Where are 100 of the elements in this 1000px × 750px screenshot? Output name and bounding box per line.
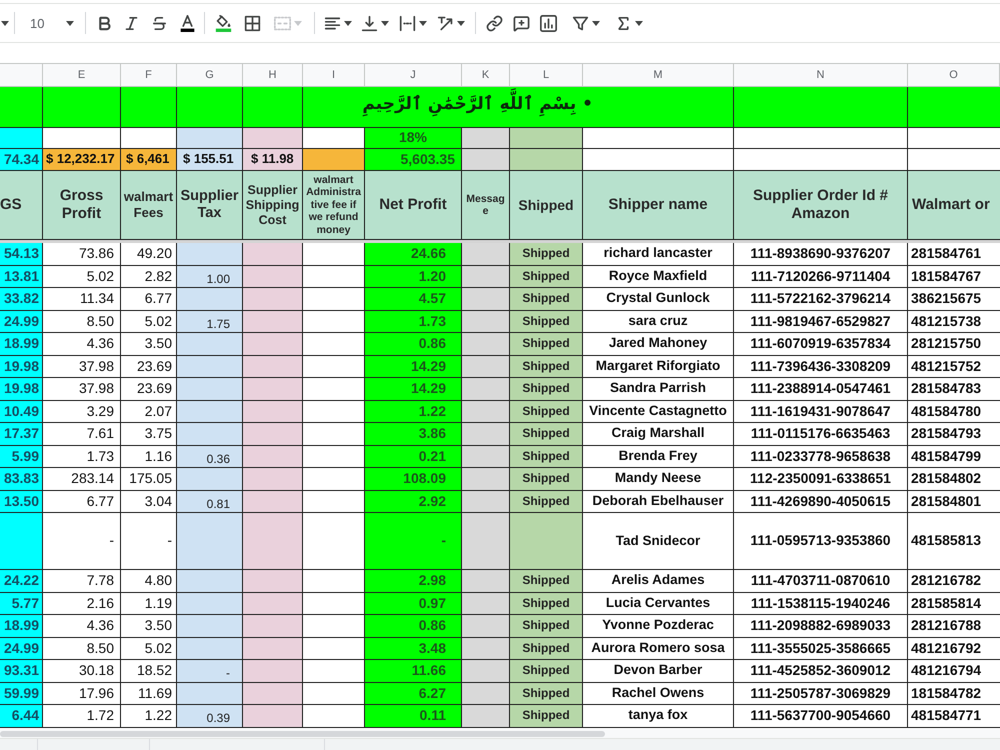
table-cell: [462, 490, 510, 513]
table-cell: 11.66: [365, 660, 462, 682]
column-header[interactable]: G: [177, 63, 243, 87]
table-cell: 1.20: [365, 266, 462, 288]
column-header[interactable]: F: [121, 63, 177, 87]
align-left-icon[interactable]: [324, 14, 341, 32]
table-cell: [0, 128, 43, 149]
column-header[interactable]: H: [243, 63, 303, 87]
font-size-dropdown[interactable]: 10: [20, 10, 80, 36]
table-cell: 111-2505787-3069829: [734, 682, 908, 705]
table-cell: 8.50: [43, 310, 121, 333]
column-header[interactable]: K: [462, 63, 510, 87]
table-cell: [243, 400, 303, 423]
caret-icon[interactable]: [0, 20, 8, 26]
table-cell: 19.98: [0, 378, 43, 400]
table-cell: [303, 615, 365, 638]
table-cell: 5,603.35: [365, 149, 462, 171]
caret-icon[interactable]: [457, 20, 465, 26]
table-cell: [177, 468, 243, 490]
column-header[interactable]: L: [510, 63, 583, 87]
comment-icon[interactable]: [513, 14, 530, 32]
table-cell: 111-6070919-6357834: [734, 333, 908, 356]
table-cell: [177, 570, 243, 592]
table-cell: [243, 128, 303, 149]
caret-icon[interactable]: [592, 20, 600, 26]
table-cell: 1.16: [121, 446, 177, 468]
table-cell: 11.34: [43, 288, 121, 310]
table-cell: richard lancaster: [583, 243, 734, 266]
table-cell: [243, 333, 303, 356]
table-cell: 18.99: [0, 615, 43, 638]
table-cell: 17.96: [43, 682, 121, 705]
table-cell: 4.80: [121, 570, 177, 592]
table-cell: 5.02: [121, 310, 177, 333]
column-header[interactable]: M: [583, 63, 734, 87]
text-rotation-icon[interactable]: [437, 14, 454, 32]
table-cell: [303, 513, 365, 570]
table-cell: 23.69: [121, 356, 177, 378]
header-cell: Shipped: [510, 171, 583, 240]
table-cell: [243, 288, 303, 310]
table-cell: [462, 266, 510, 288]
borders-icon[interactable]: [244, 14, 261, 32]
table-cell: [303, 570, 365, 592]
table-cell: Sandra Parrish: [583, 378, 734, 400]
table-cell: [243, 638, 303, 660]
text-color-icon[interactable]: [178, 14, 196, 32]
column-header[interactable]: N: [734, 63, 908, 87]
table-cell: [462, 446, 510, 468]
table-cell: Craig Marshall: [583, 423, 734, 446]
header-cell: Walmart or: [908, 171, 1000, 240]
strikethrough-icon[interactable]: [150, 14, 168, 32]
table-cell: sara cruz: [583, 310, 734, 333]
table-cell: [462, 592, 510, 615]
table-cell: [177, 333, 243, 356]
caret-icon[interactable]: [419, 20, 427, 26]
table-cell: [303, 149, 365, 171]
table-cell: Shipped: [510, 468, 583, 490]
table-cell: [243, 266, 303, 288]
table-cell: 1.73: [365, 310, 462, 333]
table-cell: 0.81: [177, 490, 243, 513]
header-cell: Net Profit: [365, 171, 462, 240]
caret-icon[interactable]: [344, 20, 352, 26]
table-cell: [303, 423, 365, 446]
bold-icon[interactable]: [96, 14, 113, 32]
caret-icon[interactable]: [635, 20, 643, 26]
table-cell: 5.02: [43, 266, 121, 288]
header-cell: Message: [462, 171, 510, 240]
table-cell: 17.37: [0, 423, 43, 446]
table-cell: 74.34: [0, 149, 43, 171]
table-cell: 481215752: [908, 356, 1000, 378]
table-cell: Rachel Owens: [583, 682, 734, 705]
italic-icon[interactable]: [123, 14, 140, 32]
table-cell: [177, 592, 243, 615]
table-cell: 111-9819467-6529827: [734, 310, 908, 333]
table-cell: [462, 682, 510, 705]
table-cell: 1.75: [177, 310, 243, 333]
table-cell: Shipped: [510, 705, 583, 728]
table-cell: Shipped: [510, 446, 583, 468]
filter-icon[interactable]: [572, 14, 589, 32]
table-cell: 7.78: [43, 570, 121, 592]
vertical-align-icon[interactable]: [361, 14, 378, 32]
caret-icon[interactable]: [381, 20, 389, 26]
table-cell: 1.72: [43, 705, 121, 728]
paint-bucket-icon[interactable]: [214, 14, 232, 32]
table-cell: 481215738: [908, 310, 1000, 333]
caret-icon[interactable]: [66, 20, 74, 26]
text-wrap-icon[interactable]: [399, 14, 416, 32]
column-header[interactable]: J: [365, 63, 462, 87]
link-icon[interactable]: [486, 14, 503, 32]
chart-icon[interactable]: [540, 14, 557, 32]
column-header[interactable]: O: [908, 63, 1000, 87]
table-cell: Brenda Frey: [583, 446, 734, 468]
column-header[interactable]: E: [43, 63, 121, 87]
table-cell: [243, 490, 303, 513]
table-cell: [243, 356, 303, 378]
column-header[interactable]: I: [303, 63, 365, 87]
header-cell: walmart Fees: [121, 171, 177, 240]
table-cell: 1.73: [43, 446, 121, 468]
table-cell: 0.86: [365, 333, 462, 356]
scrollbar-thumb[interactable]: [0, 730, 605, 736]
table-cell: 54.13: [0, 243, 43, 266]
